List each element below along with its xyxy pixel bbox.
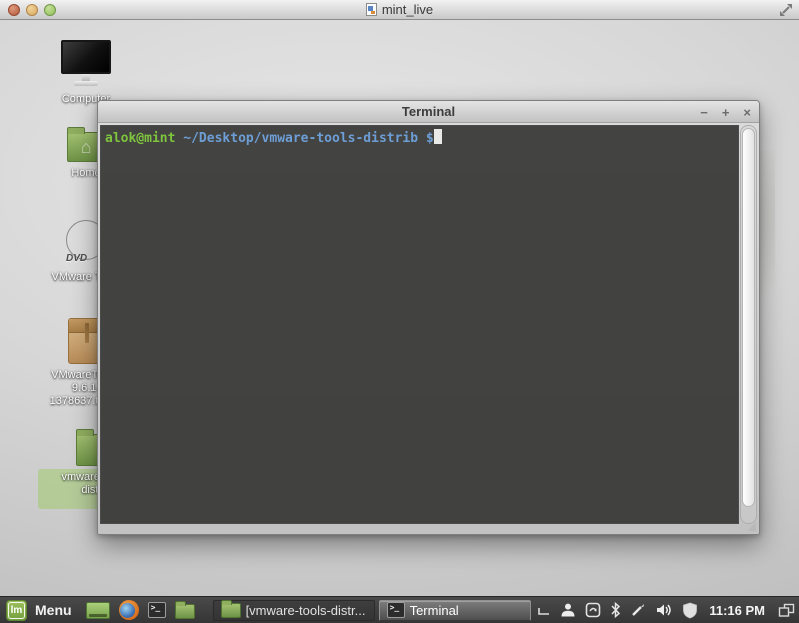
- vm-document-icon: [366, 3, 377, 16]
- mac-close-button[interactable]: [8, 4, 20, 16]
- terminal-icon: >_: [387, 602, 405, 618]
- prompt-user-host: alok@mint: [105, 131, 175, 146]
- computer-icon: [60, 40, 112, 88]
- minimize-button[interactable]: −: [700, 106, 708, 119]
- file-manager-icon[interactable]: [175, 604, 195, 619]
- folder-icon: [221, 603, 241, 618]
- firefox-icon[interactable]: [119, 600, 139, 620]
- terminal-title: Terminal: [402, 104, 455, 119]
- menu-label: Menu: [35, 602, 72, 618]
- terminal-cursor: [434, 129, 442, 144]
- menu-button[interactable]: lm Menu: [4, 598, 78, 623]
- panel-launchers: >_: [86, 600, 195, 620]
- vm-title-group: mint_live: [366, 2, 433, 17]
- window-list: [vmware-tools-distr... >_ Terminal: [213, 600, 531, 621]
- terminal-body: alok@mint ~/Desktop/vmware-tools-distrib…: [98, 123, 759, 526]
- terminal-scrollbar[interactable]: [740, 125, 757, 524]
- mac-zoom-button[interactable]: [44, 4, 56, 16]
- close-button[interactable]: ×: [743, 106, 751, 119]
- mac-minimize-button[interactable]: [26, 4, 38, 16]
- bottom-panel: lm Menu >_ [vmware-tools-distr... >_ Ter…: [0, 596, 799, 623]
- tray-bracket-icon[interactable]: [536, 603, 551, 617]
- terminal-window: Terminal − + × alok@mint ~/Desktop/vmwar…: [97, 100, 760, 535]
- tray-bluetooth-icon[interactable]: [610, 602, 621, 618]
- tray-square-app-icon[interactable]: [585, 602, 601, 618]
- tray-pen-icon[interactable]: [630, 602, 646, 618]
- scrollbar-thumb[interactable]: [742, 128, 755, 507]
- terminal-screen[interactable]: alok@mint ~/Desktop/vmware-tools-distrib…: [100, 125, 739, 524]
- taskbar-item-terminal[interactable]: >_ Terminal: [379, 600, 531, 621]
- tray-volume-icon[interactable]: [655, 602, 673, 618]
- window-buttons: − + ×: [700, 101, 751, 123]
- vmware-window-titlebar: mint_live: [0, 0, 799, 20]
- panel-clock[interactable]: 11:16 PM: [709, 603, 765, 618]
- mint-menu-icon: lm: [6, 600, 27, 621]
- tray-shield-icon[interactable]: [682, 602, 698, 619]
- desktop: linuxmint Computer ⌂ Home DVD VMware Too…: [0, 20, 799, 596]
- system-tray: 11:16 PM: [536, 602, 795, 619]
- tray-user-icon[interactable]: [560, 602, 576, 618]
- terminal-titlebar[interactable]: Terminal − + ×: [98, 101, 759, 123]
- maximize-button[interactable]: +: [722, 106, 730, 119]
- resize-grip[interactable]: [747, 522, 756, 531]
- terminal-launcher-icon[interactable]: >_: [148, 602, 166, 618]
- vm-window-title: mint_live: [382, 2, 433, 17]
- show-desktop-icon[interactable]: [86, 602, 110, 619]
- desktop-icon-computer[interactable]: Computer: [38, 40, 134, 106]
- window-selector-icon[interactable]: [778, 603, 795, 618]
- taskbar-item-file-manager[interactable]: [vmware-tools-distr...: [213, 600, 375, 621]
- terminal-prompt-line: alok@mint ~/Desktop/vmware-tools-distrib…: [101, 126, 738, 146]
- fullscreen-icon[interactable]: [779, 3, 793, 22]
- prompt-path: ~/Desktop/vmware-tools-distrib $: [175, 131, 433, 146]
